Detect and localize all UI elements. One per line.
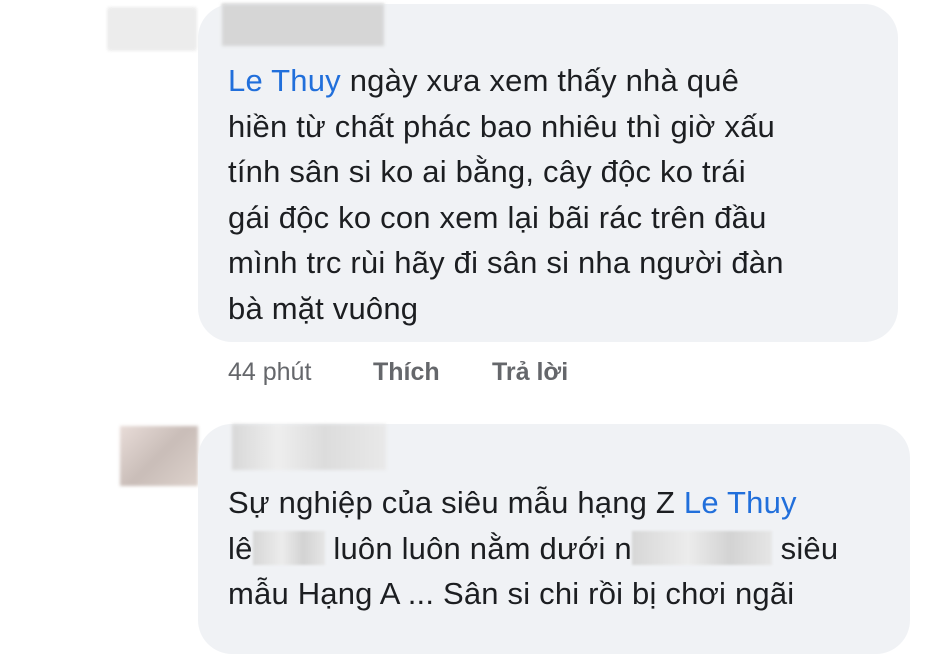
comment-line: Sự nghiệp của siêu mẫu hạng Z Le Thuy bbox=[228, 480, 838, 526]
redacted-text bbox=[631, 530, 772, 565]
comment-line: tính sân si ko ai bằng, cây độc ko trái bbox=[228, 154, 746, 189]
mention-link[interactable]: Le Thuy bbox=[228, 63, 341, 98]
comment-line: mình trc rùi hãy đi sân si nha người đàn bbox=[228, 245, 784, 280]
mention-link[interactable]: Le Thuy bbox=[684, 485, 797, 520]
comment-text-fragment: Sự nghiệp của siêu mẫu hạng Z bbox=[228, 485, 676, 520]
avatar-redacted-overlay bbox=[108, 8, 196, 50]
comment-text-fragment: n bbox=[614, 530, 632, 566]
comment-line: mẫu Hạng A ... Sân si chi rồi bị chơi ng… bbox=[228, 576, 795, 611]
comment-line: hiền từ chất phác bao nhiêu thì giờ xấu bbox=[228, 108, 775, 144]
comment-line: lê luôn luôn nằm dưới n siêu bbox=[228, 526, 838, 572]
comment-body: Sự nghiệp của siêu mẫu hạng Z Le Thuy lê… bbox=[228, 480, 838, 617]
redacted-text bbox=[252, 530, 325, 565]
avatar-redacted[interactable] bbox=[120, 426, 198, 486]
comment-text-fragment: lê bbox=[228, 530, 253, 566]
comment-text-fragment: luôn luôn nằm dưới bbox=[333, 530, 606, 566]
comment-line: Le Thuy ngày xưa xem thấy nhà quê bbox=[228, 58, 784, 104]
comment-line: gái độc ko con xem lại bãi rác trên đầu bbox=[228, 199, 767, 235]
comment-text-fragment: siêu bbox=[780, 530, 839, 566]
author-name-redacted[interactable] bbox=[232, 424, 386, 470]
like-button[interactable]: Thích bbox=[373, 358, 440, 387]
comment-text-fragment: ngày xưa xem thấy nhà quê bbox=[349, 63, 740, 98]
reply-button[interactable]: Trả lời bbox=[492, 358, 568, 387]
author-name-redacted-overlay bbox=[222, 4, 384, 46]
comment-timestamp[interactable]: 44 phút bbox=[228, 358, 311, 387]
comment-line: bà mặt vuông bbox=[228, 290, 419, 326]
comment-body: Le Thuy ngày xưa xem thấy nhà quê hiền t… bbox=[228, 58, 784, 331]
